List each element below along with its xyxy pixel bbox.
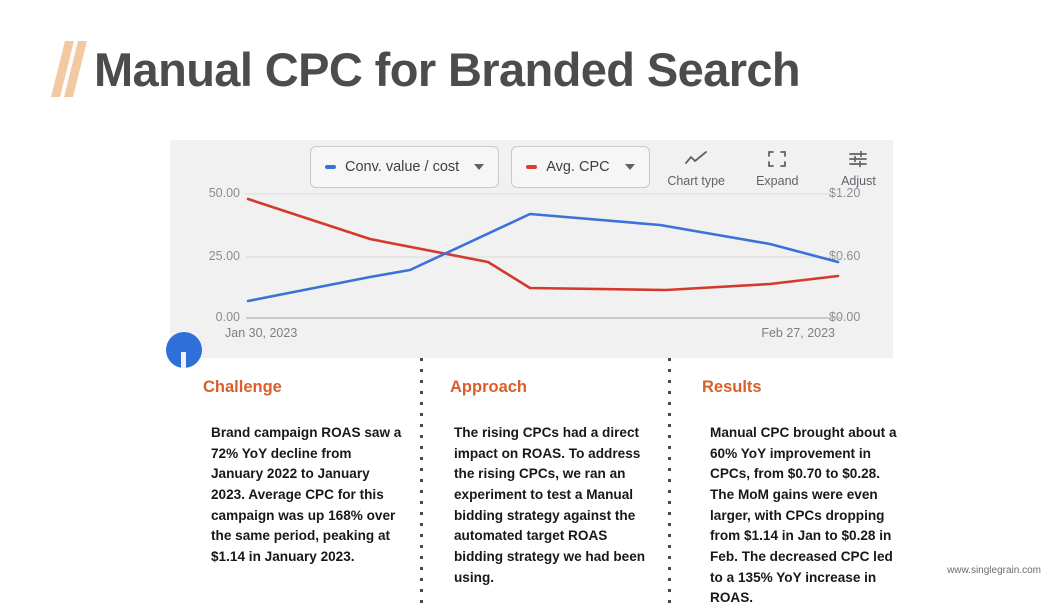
line-chart-icon [684,150,708,168]
x-axis-start-label: Jan 30, 2023 [225,326,298,340]
chart-type-label: Chart type [667,174,725,188]
series-color-swatch-red [526,165,538,169]
column-results: Results Manual CPC brought about a 60% Y… [702,378,900,607]
column-challenge: Challenge Brand campaign ROAS saw a 72% … [203,378,403,568]
series-color-swatch-blue [325,165,336,169]
series-line-avg-cpc [246,197,840,292]
column-heading-challenge: Challenge [203,378,282,396]
floating-action-button[interactable] [166,332,202,368]
metric-chip-avg-cpc[interactable]: Avg. CPC [511,146,650,188]
metric-chip-conv-value-cost[interactable]: Conv. value / cost [310,146,500,188]
column-body-approach: The rising CPCs had a direct impact on R… [454,425,646,585]
chevron-down-icon[interactable] [624,164,635,170]
column-body-challenge: Brand campaign ROAS saw a 72% YoY declin… [211,425,402,564]
chart-type-button[interactable]: Chart type [662,146,731,188]
plot-area: 50.00 25.00 0.00 $1.20 $0.60 $0.00 Jan 3… [170,186,893,358]
x-axis-end-label: Feb 27, 2023 [761,326,835,340]
double-slash-icon [51,40,87,98]
column-heading-approach: Approach [450,378,528,396]
slide-root: Manual CPC for Branded Search Conv. valu… [0,0,1063,607]
column-approach: Approach The rising CPCs had a direct im… [446,378,646,588]
expand-button[interactable]: Expand [743,146,812,188]
column-heading-results: Results [702,378,762,396]
adjust-button[interactable]: Adjust [824,146,893,188]
chart-panel: Conv. value / cost Avg. CPC Chart type E… [170,140,893,358]
sliders-icon [848,150,868,168]
expand-icon [767,150,787,168]
metric-chip-label: Conv. value / cost [345,159,460,175]
column-body-results: Manual CPC brought about a 60% YoY impro… [710,425,897,606]
title-row: Manual CPC for Branded Search [51,40,801,98]
column-divider-2 [668,358,671,607]
page-title: Manual CPC for Branded Search [94,42,801,96]
column-divider-1 [420,358,423,607]
chevron-down-icon[interactable] [474,164,485,170]
metric-chip-label: Avg. CPC [546,159,610,175]
watermark: www.singlegrain.com [947,565,1041,576]
expand-label: Expand [756,174,799,188]
